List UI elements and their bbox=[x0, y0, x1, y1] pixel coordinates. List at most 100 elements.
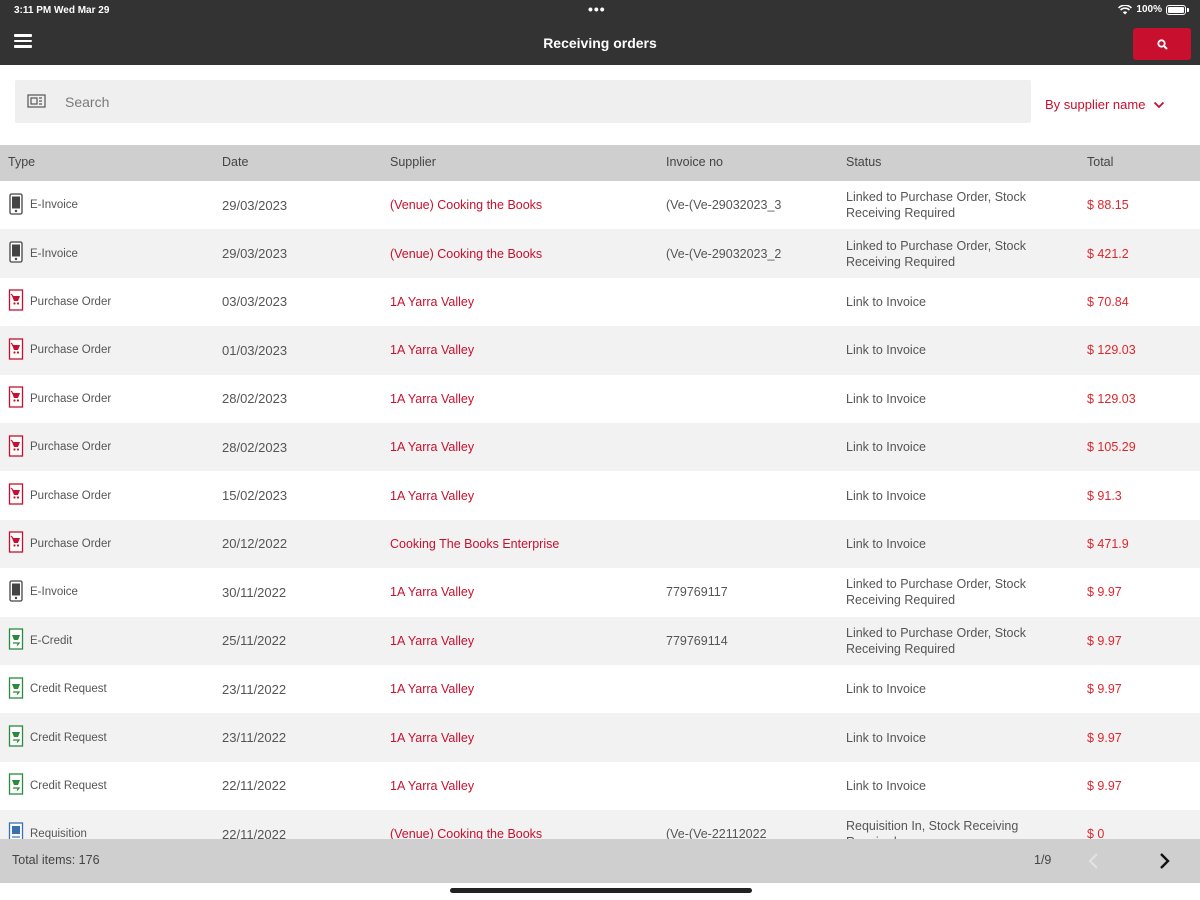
wifi-icon bbox=[1118, 4, 1133, 15]
row-supplier: 1A Yarra Valley bbox=[390, 440, 475, 455]
column-header-status[interactable]: Status bbox=[846, 155, 881, 169]
battery-percent: 100% bbox=[1136, 4, 1162, 15]
row-supplier: Cooking The Books Enterprise bbox=[390, 536, 560, 551]
row-total: $ 129.03 bbox=[1087, 343, 1136, 358]
sort-dropdown[interactable]: By supplier name bbox=[1045, 97, 1165, 112]
table-row[interactable]: Credit Request 23/11/2022 1A Yarra Valley L… bbox=[0, 665, 1200, 713]
row-type: Credit Request bbox=[8, 713, 107, 761]
row-status: Link to Invoice bbox=[846, 294, 926, 309]
row-total: $ 9.97 bbox=[1087, 585, 1122, 600]
row-total: $ 9.97 bbox=[1087, 682, 1122, 697]
row-status: Link to Invoice bbox=[846, 682, 926, 697]
row-type-label: Purchase Order bbox=[30, 489, 112, 502]
page-title: Receiving orders bbox=[543, 35, 657, 51]
row-date: 22/11/2022 bbox=[222, 826, 287, 839]
table-row[interactable]: Purchase Order 15/02/2023 1A Yarra Valley L… bbox=[0, 471, 1200, 519]
chevron-down-icon bbox=[1154, 101, 1165, 108]
row-total: $ 70.84 bbox=[1087, 294, 1129, 309]
column-header-type[interactable]: Type bbox=[8, 155, 35, 169]
row-type: Requisition bbox=[8, 810, 87, 839]
row-status: Linked to Purchase Order, Stock Receivin… bbox=[846, 577, 1026, 608]
status-bar: 3:11 PM Wed Mar 29 ••• 100% bbox=[0, 0, 1200, 22]
row-supplier: (Venue) Cooking the Books bbox=[390, 246, 543, 261]
row-type-label: Requisition bbox=[30, 828, 87, 839]
row-invoice-no: 779769117 bbox=[666, 585, 728, 600]
row-date: 25/11/2022 bbox=[222, 633, 287, 649]
purchase-order-icon bbox=[8, 531, 24, 556]
row-total: $ 9.97 bbox=[1087, 633, 1122, 648]
navbar: Receiving orders bbox=[0, 22, 1200, 65]
row-date: 30/11/2022 bbox=[222, 584, 287, 600]
row-supplier: 1A Yarra Valley bbox=[390, 730, 475, 745]
table-footer: Total items: 176 1/9 bbox=[0, 839, 1200, 883]
search-button[interactable] bbox=[1133, 28, 1191, 60]
row-total: $ 9.97 bbox=[1087, 730, 1122, 745]
row-type-label: E-Invoice bbox=[30, 586, 78, 599]
table-row[interactable]: Purchase Order 01/03/2023 1A Yarra Valley L… bbox=[0, 326, 1200, 375]
row-supplier: 1A Yarra Valley bbox=[390, 682, 475, 697]
row-total: $ 91.3 bbox=[1087, 488, 1122, 503]
row-total: $ 105.29 bbox=[1087, 440, 1136, 455]
total-items: Total items: 176 bbox=[12, 853, 100, 867]
e-credit-icon bbox=[8, 628, 24, 653]
row-status: Link to Invoice bbox=[846, 391, 926, 406]
multitasking-dots[interactable]: ••• bbox=[588, 1, 606, 17]
row-type-label: E-Invoice bbox=[30, 199, 78, 212]
row-type: Purchase Order bbox=[8, 375, 111, 423]
column-header-total[interactable]: Total bbox=[1087, 155, 1113, 169]
column-header-supplier[interactable]: Supplier bbox=[390, 155, 436, 169]
row-date: 23/11/2022 bbox=[222, 730, 287, 746]
next-page-button[interactable] bbox=[1154, 850, 1174, 872]
requisition-icon bbox=[8, 822, 24, 839]
table-row[interactable]: Purchase Order 28/02/2023 1A Yarra Valley L… bbox=[0, 375, 1200, 423]
table-row[interactable]: Requisition 22/11/2022 (Venue) Cooking the… bbox=[0, 810, 1200, 839]
table-row[interactable]: Purchase Order 28/02/2023 1A Yarra Valley L… bbox=[0, 423, 1200, 472]
table-row[interactable]: Credit Request 22/11/2022 1A Yarra Valley L… bbox=[0, 762, 1200, 810]
e-invoice-icon bbox=[8, 241, 24, 266]
row-supplier: 1A Yarra Valley bbox=[390, 633, 475, 648]
row-type: E-Credit bbox=[8, 617, 72, 665]
row-total: $ 0 bbox=[1087, 827, 1105, 839]
row-type: Purchase Order bbox=[8, 423, 111, 471]
e-invoice-icon bbox=[8, 580, 24, 605]
row-status: Linked to Purchase Order, Stock Receivin… bbox=[846, 190, 1026, 221]
purchase-order-icon bbox=[8, 289, 24, 314]
row-type-label: Purchase Order bbox=[30, 344, 112, 357]
row-type-label: Credit Request bbox=[30, 683, 107, 696]
purchase-order-icon bbox=[8, 386, 24, 411]
table-row[interactable]: E-Invoice 29/03/2023 (Venue) Cooking the B… bbox=[0, 181, 1200, 229]
table-row[interactable]: Purchase Order 03/03/2023 1A Yarra Valley L… bbox=[0, 278, 1200, 326]
table-row[interactable]: E-Invoice 30/11/2022 1A Yarra Valley 779769… bbox=[0, 568, 1200, 616]
row-status: Linked to Purchase Order, Stock Receivin… bbox=[846, 238, 1026, 269]
column-header-date[interactable]: Date bbox=[222, 155, 248, 169]
barcode-scan-icon[interactable] bbox=[27, 93, 47, 114]
row-date: 29/03/2023 bbox=[222, 197, 288, 213]
e-invoice-icon bbox=[8, 193, 24, 218]
row-type: Credit Request bbox=[8, 665, 107, 713]
row-date: 28/02/2023 bbox=[222, 439, 288, 455]
previous-page-button[interactable] bbox=[1084, 850, 1104, 872]
column-header-invoice[interactable]: Invoice no bbox=[666, 155, 723, 169]
sort-label: By supplier name bbox=[1045, 97, 1146, 112]
row-type: Purchase Order bbox=[8, 326, 111, 374]
chevron-left-icon bbox=[1088, 853, 1098, 869]
row-type-label: E-Invoice bbox=[30, 247, 78, 260]
row-type-label: Credit Request bbox=[30, 731, 107, 744]
row-supplier: 1A Yarra Valley bbox=[390, 488, 475, 503]
table-row[interactable]: Credit Request 23/11/2022 1A Yarra Valley L… bbox=[0, 713, 1200, 762]
row-date: 29/03/2023 bbox=[222, 246, 288, 262]
row-status: Link to Invoice bbox=[846, 440, 926, 455]
row-total: $ 471.9 bbox=[1087, 536, 1129, 551]
table-row[interactable]: E-Invoice 29/03/2023 (Venue) Cooking the B… bbox=[0, 229, 1200, 278]
row-type-label: Purchase Order bbox=[30, 295, 112, 308]
row-invoice-no: (Ve-(Ve-29032023_2 bbox=[666, 246, 782, 261]
row-type-label: Purchase Order bbox=[30, 537, 112, 550]
table-row[interactable]: Purchase Order 20/12/2022 Cooking The Book… bbox=[0, 519, 1200, 569]
row-status: Requisition In, Stock Receiving Required bbox=[846, 819, 1019, 839]
row-date: 01/03/2023 bbox=[222, 342, 288, 358]
row-total: $ 129.03 bbox=[1087, 391, 1136, 406]
row-supplier: (Venue) Cooking the Books bbox=[390, 198, 543, 213]
search-input[interactable] bbox=[65, 80, 1015, 123]
row-type: Purchase Order bbox=[8, 471, 111, 519]
table-row[interactable]: E-Credit 25/11/2022 1A Yarra Valley 7797691… bbox=[0, 616, 1200, 665]
